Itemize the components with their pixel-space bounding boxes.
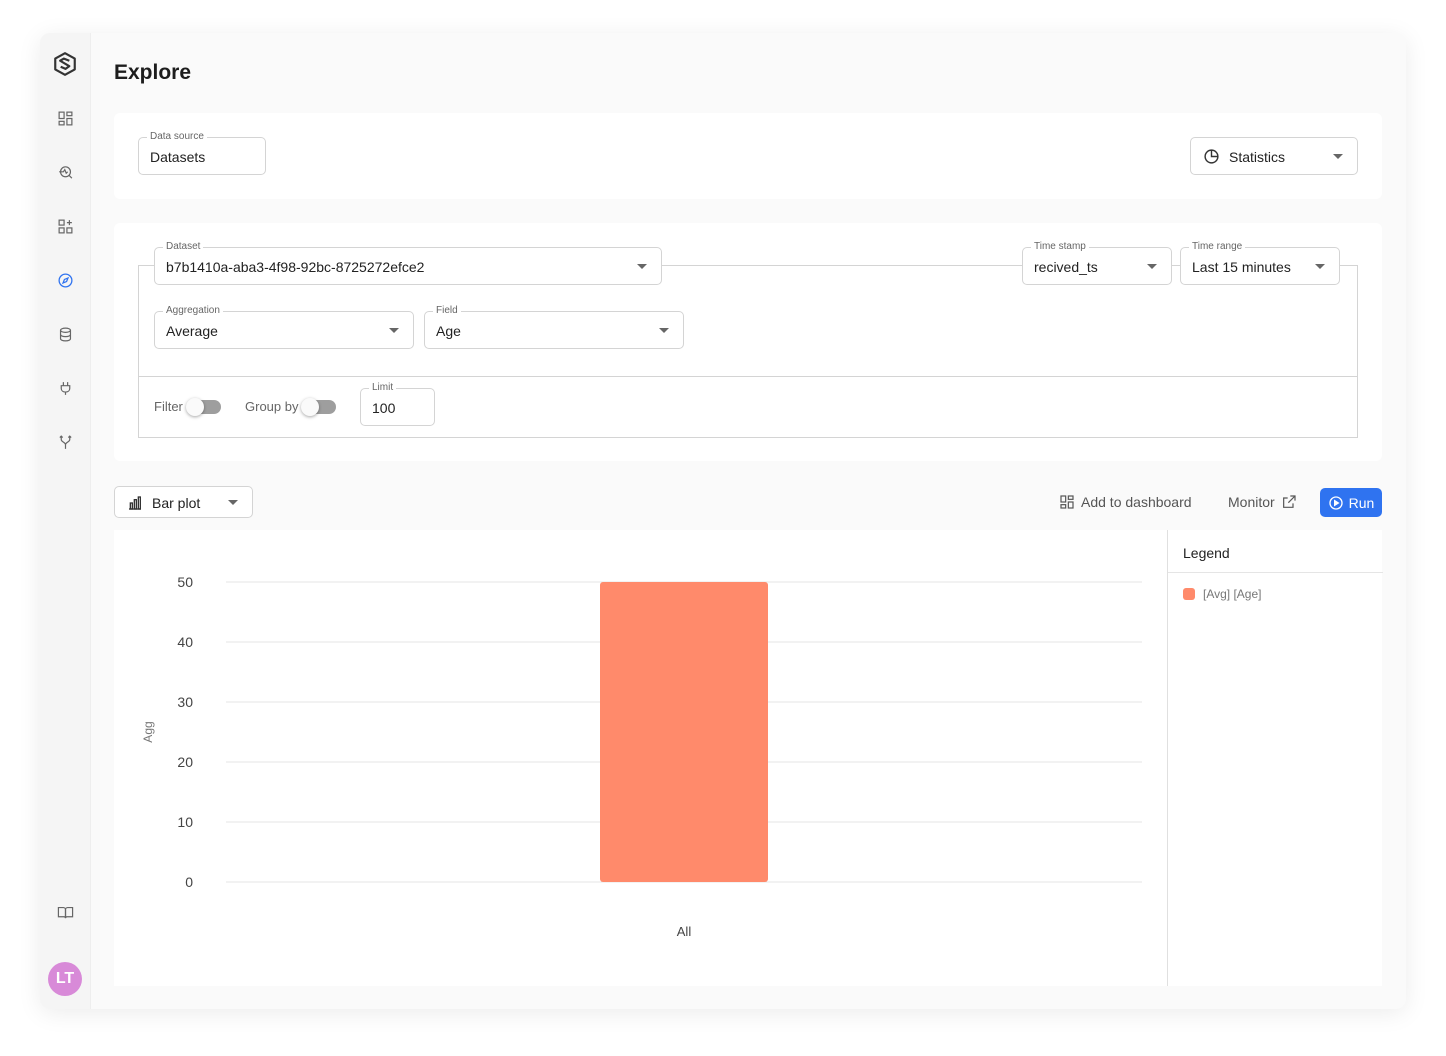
field-label: Field <box>433 304 461 318</box>
limit-label: Limit <box>369 381 397 395</box>
y-axis-label: Agg <box>141 721 155 742</box>
dataset-label: Dataset <box>163 240 204 254</box>
database-icon[interactable] <box>53 322 77 346</box>
filter-label: Filter <box>154 399 183 414</box>
limit-value: 100 <box>372 400 396 416</box>
timestamp-select[interactable]: Time stamp recived_ts <box>1022 240 1172 285</box>
fork-icon[interactable] <box>53 430 77 454</box>
legend-divider <box>1168 572 1383 573</box>
dataset-select[interactable]: Dataset b7b1410a-aba3-4f98-92bc-8725272e… <box>154 240 662 285</box>
bar-chart-icon <box>127 495 143 511</box>
add-to-dashboard-label: Add to dashboard <box>1081 494 1192 510</box>
data-source-value: Datasets <box>150 149 206 165</box>
app-window: LT Explore Data source Datasets Statisti… <box>40 33 1406 1009</box>
compass-icon[interactable] <box>53 268 77 292</box>
time-range-select[interactable]: Time range Last 15 minutes <box>1180 240 1340 285</box>
monitor-label: Monitor <box>1228 494 1275 510</box>
x-tick-label: All <box>677 924 692 939</box>
group-by-toggle[interactable] <box>301 398 336 416</box>
legend-panel: Legend [Avg] [Age] <box>1167 530 1383 986</box>
legend-item-label: [Avg] [Age] <box>1203 587 1262 601</box>
run-label: Run <box>1348 494 1375 511</box>
legend-swatch <box>1183 588 1195 600</box>
y-tick-label: 10 <box>177 814 193 830</box>
bar-chart: 0 10 20 30 40 50 Agg All <box>141 574 1142 939</box>
y-tick-label: 0 <box>185 874 193 890</box>
chevron-down-icon <box>389 328 399 333</box>
time-range-value: Last 15 minutes <box>1192 259 1291 275</box>
aggregation-value: Average <box>166 323 218 339</box>
chevron-down-icon <box>659 328 669 333</box>
legend-item[interactable]: [Avg] [Age] <box>1183 587 1261 601</box>
book-icon[interactable] <box>53 900 77 924</box>
group-by-label: Group by <box>245 399 299 414</box>
field-select[interactable]: Field Age <box>424 304 684 349</box>
dashboard-icon <box>1060 495 1074 509</box>
query-divider <box>138 376 1358 377</box>
toggle-knob <box>186 398 204 416</box>
filter-toggle[interactable] <box>186 398 221 416</box>
avatar[interactable]: LT <box>48 962 82 996</box>
add-to-dashboard-button[interactable]: Add to dashboard <box>1059 493 1192 511</box>
time-range-label: Time range <box>1189 240 1246 254</box>
play-circle-icon <box>1328 495 1343 510</box>
mode-select[interactable]: Statistics <box>1190 137 1358 175</box>
external-link-icon <box>1282 495 1296 508</box>
chevron-down-icon <box>637 264 647 269</box>
timestamp-label: Time stamp <box>1031 240 1089 254</box>
chevron-down-icon <box>1315 264 1325 269</box>
page-title: Explore <box>114 61 192 84</box>
aggregation-select[interactable]: Aggregation Average <box>154 304 414 349</box>
search-data-icon[interactable] <box>53 160 77 184</box>
chevron-down-icon <box>228 500 238 505</box>
data-source-label: Data source <box>147 130 207 144</box>
monitor-button[interactable]: Monitor <box>1228 493 1297 511</box>
limit-input[interactable]: Limit 100 <box>360 381 435 426</box>
app-logo-icon[interactable] <box>52 51 78 77</box>
dashboard-icon[interactable] <box>53 106 77 130</box>
y-tick-label: 20 <box>177 754 193 770</box>
bar <box>600 582 768 882</box>
widgets-icon[interactable] <box>53 214 77 238</box>
mode-value: Statistics <box>1229 149 1286 165</box>
data-source-select[interactable]: Data source Datasets <box>138 130 266 175</box>
plot-type-value: Bar plot <box>152 495 201 511</box>
timestamp-value: recived_ts <box>1034 259 1098 275</box>
y-tick-label: 50 <box>177 574 193 590</box>
plug-icon[interactable] <box>53 376 77 400</box>
run-button[interactable]: Run <box>1320 488 1382 517</box>
sidebar: LT <box>40 33 91 1009</box>
toggle-knob <box>301 398 319 416</box>
aggregation-label: Aggregation <box>163 304 223 318</box>
y-tick-label: 40 <box>177 634 193 650</box>
chevron-down-icon <box>1333 154 1343 159</box>
pie-chart-icon <box>1203 148 1220 165</box>
y-tick-label: 30 <box>177 694 193 710</box>
legend-title: Legend <box>1183 545 1230 561</box>
dataset-value: b7b1410a-aba3-4f98-92bc-8725272efce2 <box>166 259 425 275</box>
chevron-down-icon <box>1147 264 1157 269</box>
field-value: Age <box>436 323 461 339</box>
plot-type-select[interactable]: Bar plot <box>114 486 253 518</box>
